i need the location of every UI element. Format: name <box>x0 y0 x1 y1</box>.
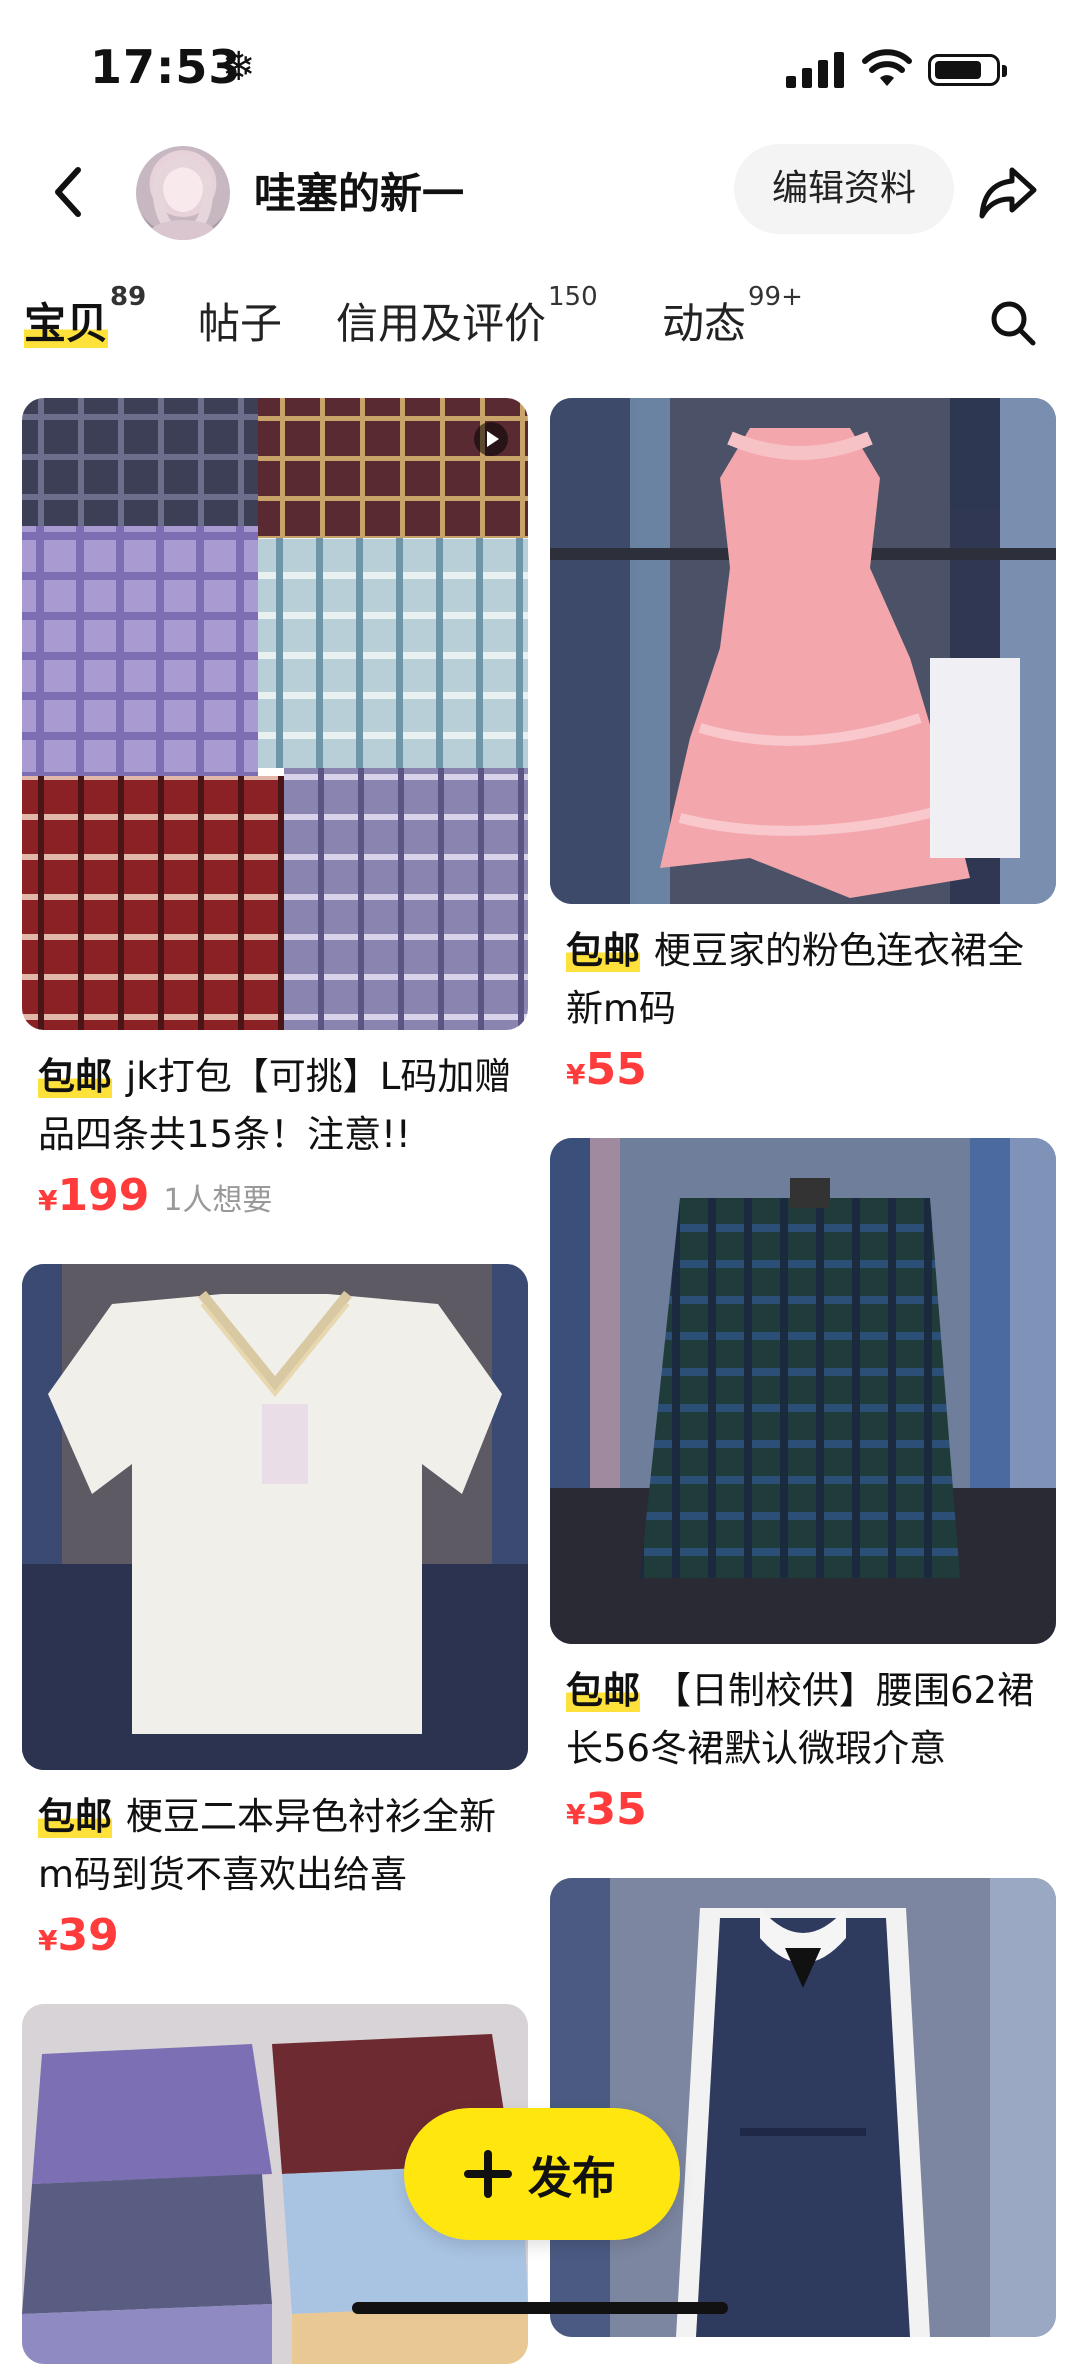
price-row: ¥ 35 <box>550 1784 1056 1844</box>
currency-symbol: ¥ <box>38 1184 58 1217</box>
tab-bar: 宝贝89 帖子 信用及评价150 动态99+ <box>0 280 1080 370</box>
product-image[interactable] <box>550 1138 1056 1644</box>
tab-credit-reviews[interactable]: 信用及评价150 <box>336 282 598 351</box>
product-price: 39 <box>57 1910 119 1961</box>
product-title: 包邮 jk打包【可挑】L码加赠品四条共15条！注意!! <box>22 1048 528 1164</box>
publish-label: 发布 <box>528 2153 616 2204</box>
tab-posts[interactable]: 帖子 <box>198 290 282 351</box>
tab-credit-reviews-count: 150 <box>548 282 598 312</box>
product-price: 55 <box>585 1044 647 1095</box>
home-indicator[interactable] <box>352 2302 728 2314</box>
tab-activity-count: 99+ <box>748 282 803 312</box>
free-shipping-tag: 包邮 <box>38 1795 112 1838</box>
shop-header: 哇塞的新一 编辑资料 <box>0 140 1080 250</box>
price-row: ¥ 199 1人想要 <box>22 1170 528 1230</box>
tab-items-count: 89 <box>110 282 147 312</box>
shop-name[interactable]: 哇塞的新一 <box>254 160 464 221</box>
product-price: 199 <box>57 1170 150 1221</box>
share-icon[interactable] <box>976 162 1040 222</box>
product-title: 包邮 梗豆二本异色衬衫全新m码到货不喜欢出给喜 <box>22 1788 528 1904</box>
avatar[interactable] <box>136 146 230 240</box>
publish-button[interactable]: 发布 <box>404 2108 680 2240</box>
plus-icon <box>464 2150 512 2198</box>
product-image[interactable] <box>550 1878 1056 2337</box>
product-image[interactable] <box>22 398 528 1030</box>
product-card[interactable]: 包邮 梗豆二本异色衬衫全新m码到货不喜欢出给喜 ¥ 39 <box>22 1264 528 1970</box>
tab-credit-reviews-label: 信用及评价 <box>336 299 547 348</box>
product-image[interactable] <box>22 1264 528 1770</box>
status-bar: 17:53 ❄ <box>0 0 1080 140</box>
currency-symbol: ¥ <box>566 1798 586 1831</box>
tab-items-label: 宝贝 <box>24 299 109 348</box>
tab-activity-label: 动态 <box>662 299 747 348</box>
product-image[interactable] <box>550 398 1056 904</box>
tab-items[interactable]: 宝贝89 <box>24 282 146 351</box>
search-icon[interactable] <box>988 298 1038 348</box>
free-shipping-tag: 包邮 <box>38 1055 112 1098</box>
video-play-icon <box>474 422 508 456</box>
price-row: ¥ 39 <box>22 1910 528 1970</box>
product-title: 包邮 梗豆家的粉色连衣裙全新m码 <box>550 922 1056 1038</box>
snowflake-icon: ❄ <box>222 44 256 90</box>
tab-posts-label: 帖子 <box>198 299 283 348</box>
product-card[interactable]: 包邮 梗豆家的粉色连衣裙全新m码 ¥ 55 <box>550 398 1056 1104</box>
free-shipping-tag: 包邮 <box>566 929 640 972</box>
product-title: 包邮 【日制校供】腰围62裙长56冬裙默认微瑕介意 <box>550 1662 1056 1778</box>
battery-icon <box>928 54 1007 86</box>
wifi-icon <box>862 49 912 86</box>
currency-symbol: ¥ <box>38 1924 58 1957</box>
product-card[interactable]: 包邮 【日制校供】腰围62裙长56冬裙默认微瑕介意 ¥ 35 <box>550 1138 1056 1844</box>
cellular-signal-icon <box>786 52 844 88</box>
product-price: 35 <box>585 1784 647 1835</box>
edit-profile-button[interactable]: 编辑资料 <box>734 144 954 234</box>
want-count: 1人想要 <box>163 1183 273 1218</box>
free-shipping-tag: 包邮 <box>566 1669 640 1712</box>
status-time: 17:53 <box>90 40 242 94</box>
tab-activity[interactable]: 动态99+ <box>662 282 803 351</box>
product-card[interactable] <box>550 1878 1056 2337</box>
currency-symbol: ¥ <box>566 1058 586 1091</box>
price-row: ¥ 55 <box>550 1044 1056 1104</box>
product-card[interactable]: 包邮 jk打包【可挑】L码加赠品四条共15条！注意!! ¥ 199 1人想要 <box>22 398 528 1230</box>
back-arrow-icon[interactable] <box>44 162 94 222</box>
